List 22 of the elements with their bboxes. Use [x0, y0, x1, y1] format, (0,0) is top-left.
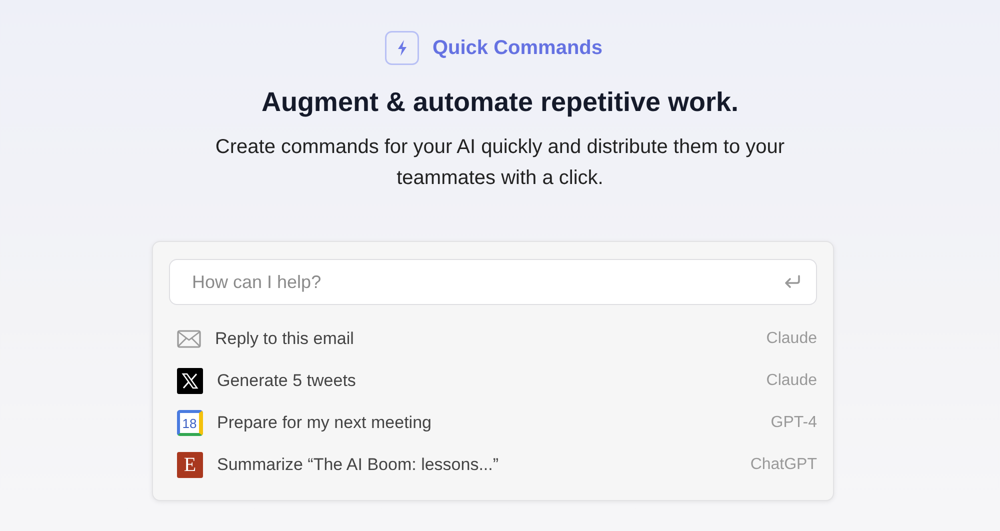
x-logo-icon: [177, 368, 203, 394]
model-label: ChatGPT: [750, 456, 817, 474]
command-item[interactable]: 18 Prepare for my next meeting GPT-4: [169, 402, 817, 444]
search-field[interactable]: How can I help?: [169, 259, 817, 305]
calendar-icon: 18: [177, 410, 203, 436]
model-label: Claude: [766, 372, 817, 390]
model-label: Claude: [766, 330, 817, 348]
command-label: Prepare for my next meeting: [217, 413, 432, 433]
command-label: Reply to this email: [215, 329, 355, 349]
command-label: Summarize “The AI Boom: lessons...”: [217, 455, 500, 475]
envelope-icon: [177, 330, 201, 348]
headline: Augment & automate repetitive work.: [261, 87, 739, 118]
command-item[interactable]: E Summarize “The AI Boom: lessons...” ChatGPT: [169, 444, 817, 486]
return-icon: [783, 275, 801, 289]
subtitle: Create commands for your AI quickly and distribute them to your teammates with a click.: [214, 135, 786, 191]
command-item[interactable]: Generate 5 tweets Claude: [169, 360, 817, 402]
command-item[interactable]: Reply to this email Claude: [169, 318, 817, 360]
model-label: GPT-4: [770, 414, 817, 432]
letter-icon: E: [177, 452, 203, 478]
command-label: Generate 5 tweets: [217, 371, 357, 391]
lightning-icon: [385, 31, 420, 65]
brand-name: Quick Commands: [432, 36, 603, 60]
